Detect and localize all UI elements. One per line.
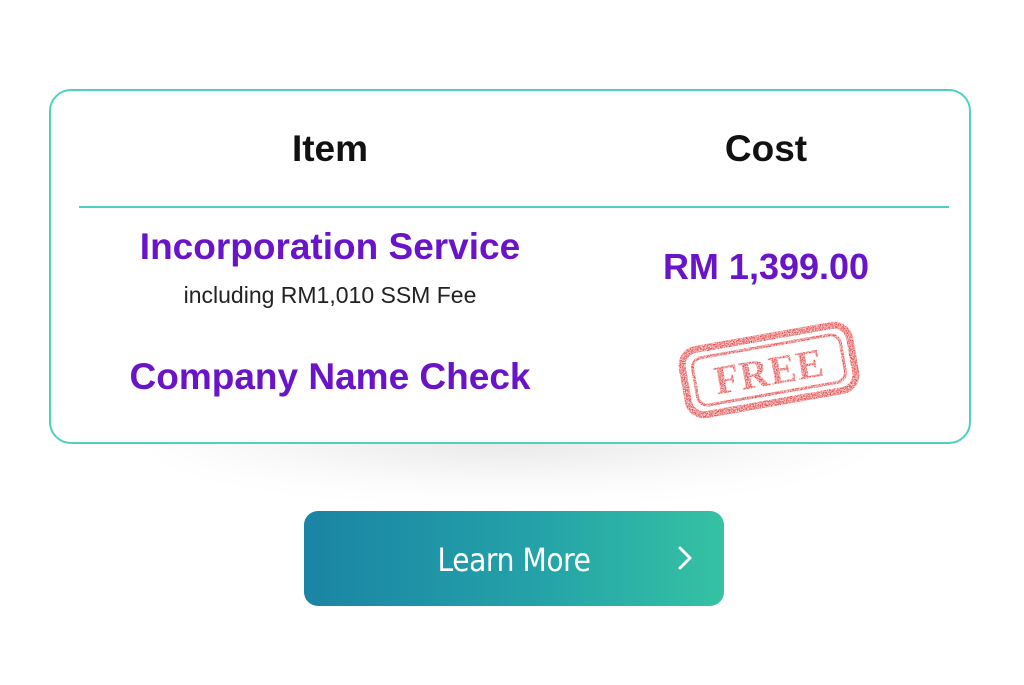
row-incorporation-service-cost: RM 1,399.00 <box>662 246 870 287</box>
header-divider <box>79 206 949 208</box>
row-incorporation-service-title: Incorporation Service <box>139 226 521 267</box>
free-stamp-icon: FREE <box>678 321 860 419</box>
row-company-name-check-title: Company Name Check <box>129 356 531 397</box>
row-incorporation-service-note: including RM1,010 SSM Fee <box>183 282 477 308</box>
learn-more-label: Learn More <box>437 541 591 579</box>
pricing-panel: Item Cost Incorporation Service includin… <box>0 0 1024 685</box>
chevron-right-icon[interactable] <box>670 543 700 573</box>
column-header-cost: Cost <box>724 128 808 169</box>
column-header-item: Item <box>291 128 369 169</box>
learn-more-button[interactable]: Learn More <box>304 511 724 606</box>
